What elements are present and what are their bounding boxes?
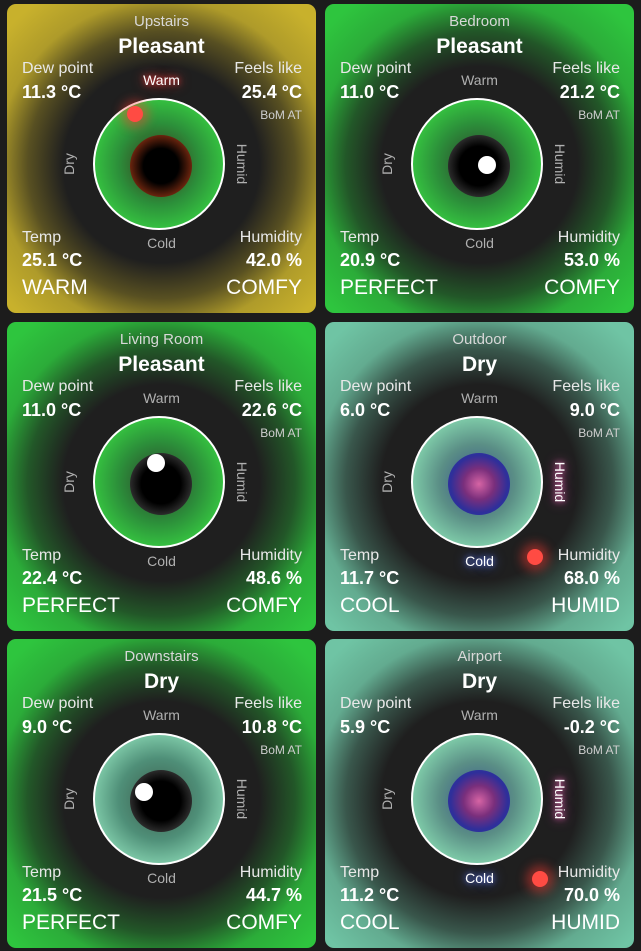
axis-cold-label: Cold (465, 235, 494, 251)
card-downstairs[interactable]: Downstairs Dry Dew point 9.0 °C Feels li… (7, 639, 316, 948)
axis-cold-label: Cold (147, 553, 176, 569)
temp-word: PERFECT (22, 911, 121, 934)
indicator-dot (478, 156, 496, 174)
axis-warm-label: Warm (143, 707, 180, 723)
dial-inner-zone (448, 770, 510, 832)
dial-inner-zone (130, 135, 192, 197)
temp-value: 25.1 °C (22, 250, 83, 270)
axis-dry-label: Dry (379, 788, 395, 810)
temp-word: WARM (22, 276, 88, 299)
humidity-value: 48.6 % (245, 568, 302, 588)
axis-cold-label: Cold (465, 870, 494, 886)
humidity-word: HUMID (551, 911, 620, 934)
axis-humid-label: Humid (234, 461, 250, 503)
comfort-dial (411, 416, 543, 548)
bom-label: BoM AT (578, 426, 620, 440)
axis-dry-label: Dry (61, 471, 77, 493)
axis-humid-label: Humid (234, 778, 250, 820)
comfort-state: Dry (143, 670, 180, 693)
humidity-value: 70.0 % (563, 885, 620, 905)
room-name: Bedroom (449, 13, 510, 30)
bom-label: BoM AT (260, 743, 302, 757)
humidity-word: COMFY (226, 911, 302, 934)
humidity-word: COMFY (226, 276, 302, 299)
axis-warm-label: Warm (143, 72, 180, 88)
axis-warm-label: Warm (461, 72, 498, 88)
axis-cold-label: Cold (147, 235, 176, 251)
room-name: Outdoor (452, 331, 507, 348)
comfort-dial (93, 416, 225, 548)
humidity-word: COMFY (544, 276, 620, 299)
card-bedroom[interactable]: Bedroom Pleasant Dew point 11.0 °C Feels… (325, 4, 634, 313)
indicator-dot (135, 783, 153, 801)
comfort-state: Pleasant (118, 35, 205, 58)
axis-warm-label: Warm (461, 707, 498, 723)
room-name: Upstairs (133, 13, 189, 30)
room-name: Living Room (119, 331, 204, 348)
dial-inner-zone (448, 453, 510, 515)
axis-cold-label: Cold (465, 553, 494, 569)
axis-dry-label: Dry (61, 788, 77, 810)
comfort-dial (93, 733, 225, 865)
axis-humid-label: Humid (552, 143, 568, 185)
indicator-dot (532, 871, 548, 887)
card-upstairs[interactable]: Upstairs Pleasant Dew point 11.3 °C Feel… (7, 4, 316, 313)
comfort-state: Pleasant (118, 353, 205, 376)
temp-word: PERFECT (340, 276, 439, 299)
axis-humid-label: Humid (552, 778, 568, 820)
room-name: Downstairs (124, 648, 199, 665)
comfort-state: Pleasant (436, 35, 523, 58)
temp-value: 20.9 °C (340, 250, 401, 270)
bom-label: BoM AT (578, 743, 620, 757)
axis-warm-label: Warm (461, 390, 498, 406)
temp-value: 22.4 °C (22, 568, 83, 588)
temp-word: COOL (340, 594, 400, 617)
room-name: Airport (457, 648, 502, 665)
indicator-dot (127, 106, 143, 122)
axis-dry-label: Dry (379, 471, 395, 493)
indicator-dot (527, 549, 543, 565)
temp-value: 11.7 °C (340, 568, 400, 588)
comfort-state: Dry (461, 353, 498, 376)
axis-warm-label: Warm (143, 390, 180, 406)
comfort-dial (411, 98, 543, 230)
bom-label: BoM AT (578, 108, 620, 122)
bom-label: BoM AT (260, 108, 302, 122)
axis-dry-label: Dry (61, 153, 77, 175)
humidity-word: COMFY (226, 594, 302, 617)
axis-dry-label: Dry (379, 153, 395, 175)
humidity-word: HUMID (551, 594, 620, 617)
humidity-value: 68.0 % (563, 568, 620, 588)
dial-inner-zone (130, 770, 192, 832)
card-airport[interactable]: Airport Dry Dew point 5.9 °C Feels like … (325, 639, 634, 948)
humidity-value: 42.0 % (245, 250, 302, 270)
axis-cold-label: Cold (147, 870, 176, 886)
temp-word: COOL (340, 911, 400, 934)
bom-label: BoM AT (260, 426, 302, 440)
comfort-dial (93, 98, 225, 230)
comfort-state: Dry (461, 670, 498, 693)
comfort-dial (411, 733, 543, 865)
card-outdoor[interactable]: Outdoor Dry Dew point 6.0 °C Feels like … (325, 322, 634, 631)
humidity-value: 53.0 % (563, 250, 620, 270)
humidity-value: 44.7 % (245, 885, 302, 905)
axis-humid-label: Humid (234, 143, 250, 185)
card-living-room[interactable]: Living Room Pleasant Dew point 11.0 °C F… (7, 322, 316, 631)
indicator-dot (147, 454, 165, 472)
temp-value: 21.5 °C (22, 885, 83, 905)
temp-word: PERFECT (22, 594, 121, 617)
axis-humid-label: Humid (552, 461, 568, 503)
temp-value: 11.2 °C (340, 885, 400, 905)
